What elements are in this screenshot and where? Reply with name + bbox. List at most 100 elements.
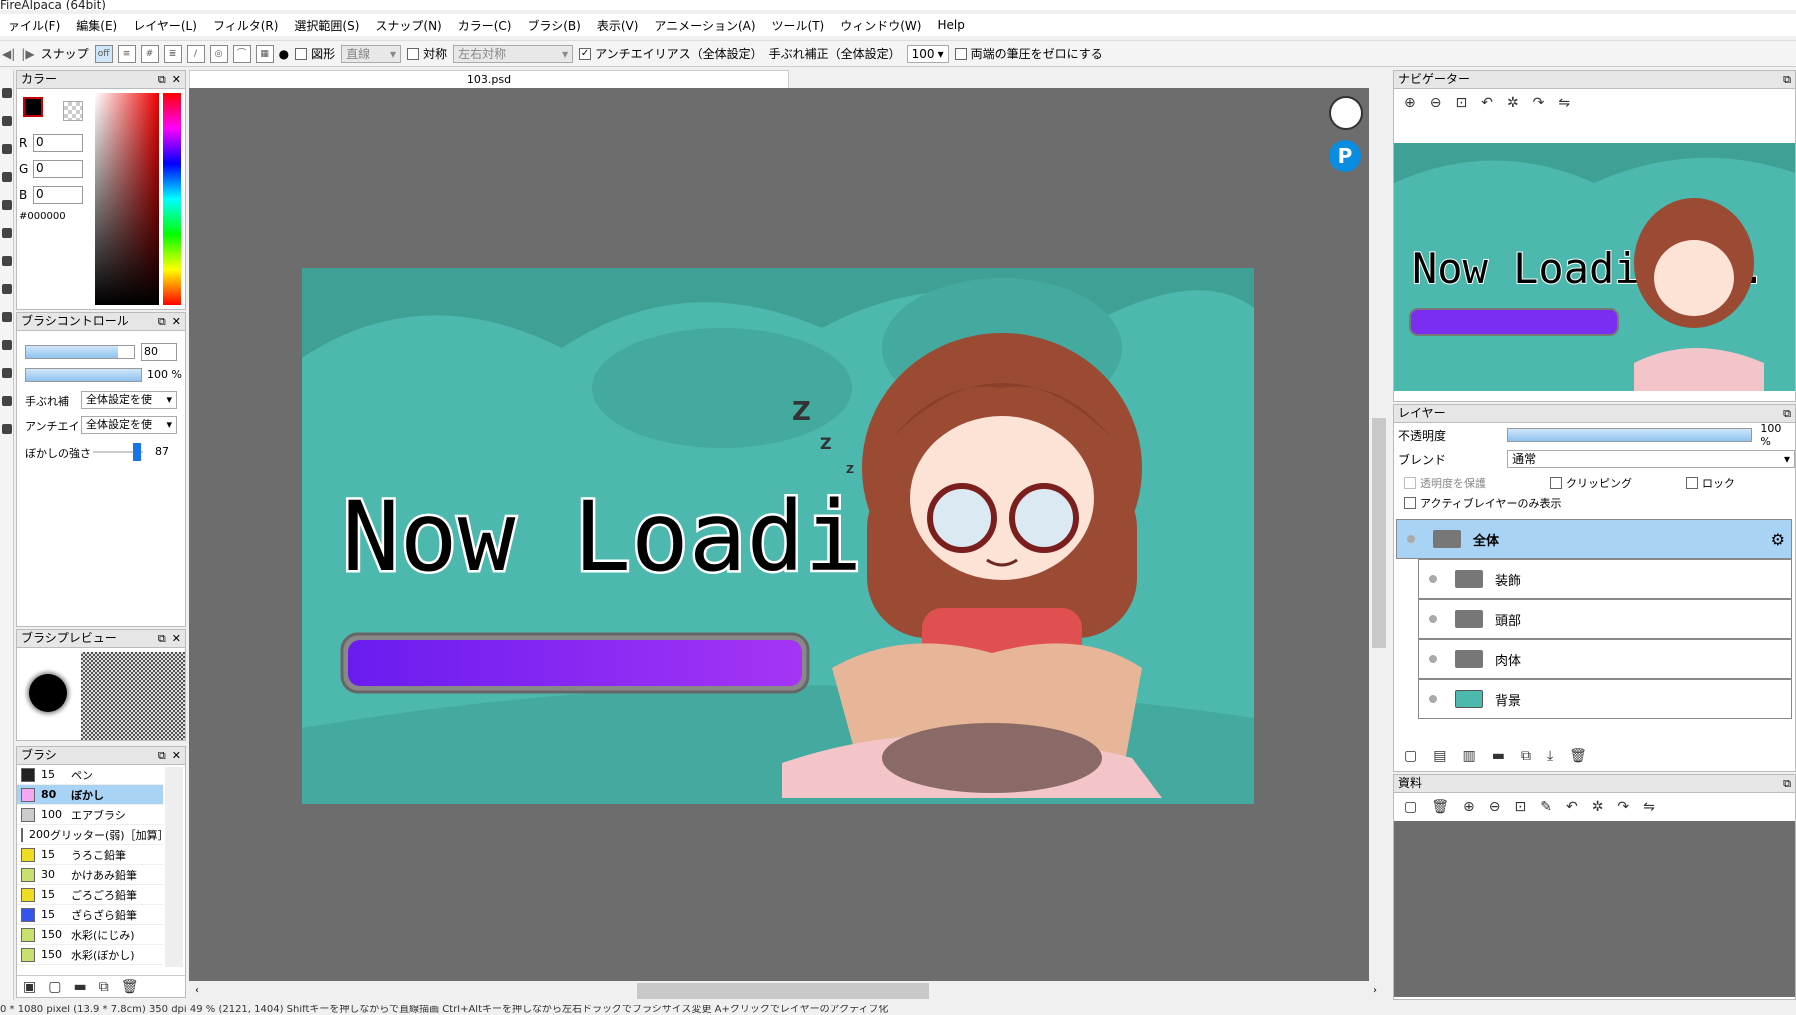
new-8bit-layer-icon[interactable]: ▤: [1433, 748, 1446, 764]
snap-parallel-icon[interactable]: ≡: [117, 44, 136, 63]
brush-opacity-slider[interactable]: [25, 368, 142, 382]
duplicate-brush-icon[interactable]: ⧉: [99, 979, 109, 995]
scroll-right-icon[interactable]: ›: [1373, 985, 1377, 996]
horizontal-scroll-thumb[interactable]: [637, 983, 929, 999]
float-icon[interactable]: ⧉: [1783, 775, 1791, 792]
zoom-in-icon[interactable]: ⊕: [1463, 799, 1475, 815]
move-tool-icon[interactable]: [2, 172, 12, 182]
layer-row[interactable]: 肉体: [1418, 639, 1792, 679]
brush-settings-icon[interactable]: ▣: [23, 979, 36, 995]
snap-grid-icon[interactable]: #: [140, 44, 159, 63]
reset-rotation-icon[interactable]: ✲: [1507, 95, 1519, 111]
reset-rotation-icon[interactable]: ✲: [1592, 799, 1604, 815]
shape-checkbox[interactable]: [295, 47, 308, 60]
g-input[interactable]: 0: [33, 160, 83, 178]
visibility-icon[interactable]: [1429, 695, 1437, 703]
merge-down-icon[interactable]: ⤓: [1547, 748, 1553, 764]
select-tool-icon[interactable]: [2, 284, 12, 294]
lock-checkbox[interactable]: [1686, 477, 1698, 489]
brush-list-item[interactable]: 150 水彩(ぼかし): [17, 945, 163, 965]
b-input[interactable]: 0: [33, 186, 83, 204]
zoom-out-icon[interactable]: ⊖: [1489, 799, 1501, 815]
brush-list-item[interactable]: 150 水彩(にじみ): [17, 925, 163, 945]
menu-item[interactable]: 編集(E): [68, 17, 125, 34]
layer-row[interactable]: 装飾: [1418, 559, 1792, 599]
brush-list-item[interactable]: 15 ごろごろ鉛筆: [17, 885, 163, 905]
close-icon[interactable]: ✕: [172, 313, 181, 330]
new-1bit-layer-icon[interactable]: ▥: [1462, 748, 1475, 764]
new-layer-icon[interactable]: ▢: [1404, 748, 1417, 764]
stabilizer-select[interactable]: 100 ▾: [906, 44, 949, 63]
menu-item[interactable]: ツール(T): [764, 17, 833, 34]
close-icon[interactable]: ✕: [172, 630, 181, 647]
brush-list-item[interactable]: 100 エアブラシ: [17, 805, 163, 825]
snap-curve-icon[interactable]: ⌒: [232, 44, 251, 63]
rotate-right-icon[interactable]: ↷: [1617, 799, 1629, 815]
gear-icon[interactable]: ⚙: [1771, 530, 1785, 549]
vertical-scrollbar[interactable]: [1372, 88, 1386, 981]
material-viewer[interactable]: [1394, 821, 1795, 997]
r-input[interactable]: 0: [33, 134, 83, 152]
menu-item[interactable]: フィルタ(R): [205, 17, 286, 34]
eyedropper-icon[interactable]: ✎: [1540, 799, 1552, 815]
document-tab[interactable]: 103.psd: [189, 70, 789, 89]
brush-list-scrollbar[interactable]: [165, 767, 183, 967]
eyedropper-tool-icon[interactable]: [2, 368, 12, 378]
delete-layer-icon[interactable]: 🗑: [1569, 748, 1587, 764]
menu-item[interactable]: レイヤー(L): [125, 17, 205, 34]
snap-point-icon[interactable]: ●: [279, 47, 289, 61]
float-icon[interactable]: ⧉: [1783, 405, 1791, 422]
snap-cross-icon[interactable]: ≣: [163, 44, 182, 63]
undo-icon[interactable]: ◀|: [2, 47, 15, 61]
float-icon[interactable]: ⧉: [158, 71, 166, 88]
menu-item[interactable]: ァイル(F): [0, 17, 68, 34]
dot-tool-icon[interactable]: [2, 144, 12, 154]
visibility-icon[interactable]: [1429, 575, 1437, 583]
brush-list-item[interactable]: 15 ペン: [17, 765, 163, 785]
rotate-left-icon[interactable]: ↶: [1481, 95, 1493, 111]
float-icon[interactable]: ⧉: [158, 747, 166, 764]
primary-color-swatch[interactable]: [23, 97, 43, 117]
new-material-icon[interactable]: ▢: [1404, 799, 1417, 815]
brush-list-item[interactable]: 80 ぼかし: [17, 785, 163, 805]
transparent-color-swatch[interactable]: [63, 101, 83, 121]
layer-row[interactable]: 背景: [1418, 679, 1792, 719]
horizontal-scrollbar[interactable]: ‹ ›: [189, 981, 1377, 1001]
menu-item[interactable]: 選択範囲(S): [286, 17, 367, 34]
brush-list-item[interactable]: 30 かけあみ鉛筆: [17, 865, 163, 885]
saturation-value-picker[interactable]: [95, 93, 159, 305]
snap-off-icon[interactable]: off: [94, 44, 113, 63]
flip-icon[interactable]: ⇋: [1643, 799, 1655, 815]
bucket-tool-icon[interactable]: [2, 228, 12, 238]
navigator-thumbnail[interactable]: Now Loading...: [1394, 143, 1795, 391]
menu-item[interactable]: カラー(C): [450, 17, 520, 34]
hue-slider[interactable]: [163, 93, 181, 305]
text-tool-icon[interactable]: [2, 396, 12, 406]
symmetry-select[interactable]: 左右対称 ▾: [453, 44, 574, 63]
layer-row[interactable]: 全体 ⚙: [1396, 519, 1792, 559]
snap-concentric-icon[interactable]: ◎: [209, 44, 228, 63]
duplicate-layer-icon[interactable]: ⧉: [1521, 748, 1531, 764]
fill-tool-icon[interactable]: [2, 200, 12, 210]
hand-tool-icon[interactable]: [2, 424, 12, 434]
layer-opacity-slider[interactable]: [1506, 428, 1753, 442]
menu-item[interactable]: ウィンドウ(W): [832, 17, 929, 34]
antialias-checkbox[interactable]: ✓: [579, 47, 592, 60]
gradient-tool-icon[interactable]: [2, 256, 12, 266]
pressure-checkbox[interactable]: [954, 47, 967, 60]
float-icon[interactable]: ⧉: [1783, 71, 1791, 88]
brush-list-item[interactable]: 15 うろこ鉛筆: [17, 845, 163, 865]
layer-row[interactable]: 頭部: [1418, 599, 1792, 639]
pixiv-icon[interactable]: P: [1329, 140, 1361, 172]
delete-brush-icon[interactable]: 🗑: [121, 979, 139, 995]
delete-material-icon[interactable]: 🗑: [1431, 799, 1449, 815]
menu-item[interactable]: アニメーション(A): [646, 17, 763, 34]
rotate-right-icon[interactable]: ↷: [1533, 95, 1545, 111]
visibility-icon[interactable]: [1429, 615, 1437, 623]
visibility-icon[interactable]: [1429, 655, 1437, 663]
brush-folder-icon[interactable]: ▬: [73, 979, 86, 995]
menu-item[interactable]: ブラシ(B): [519, 17, 588, 34]
redo-icon[interactable]: |▶: [21, 47, 34, 61]
close-icon[interactable]: ✕: [172, 747, 181, 764]
menu-item[interactable]: Help: [929, 18, 972, 32]
